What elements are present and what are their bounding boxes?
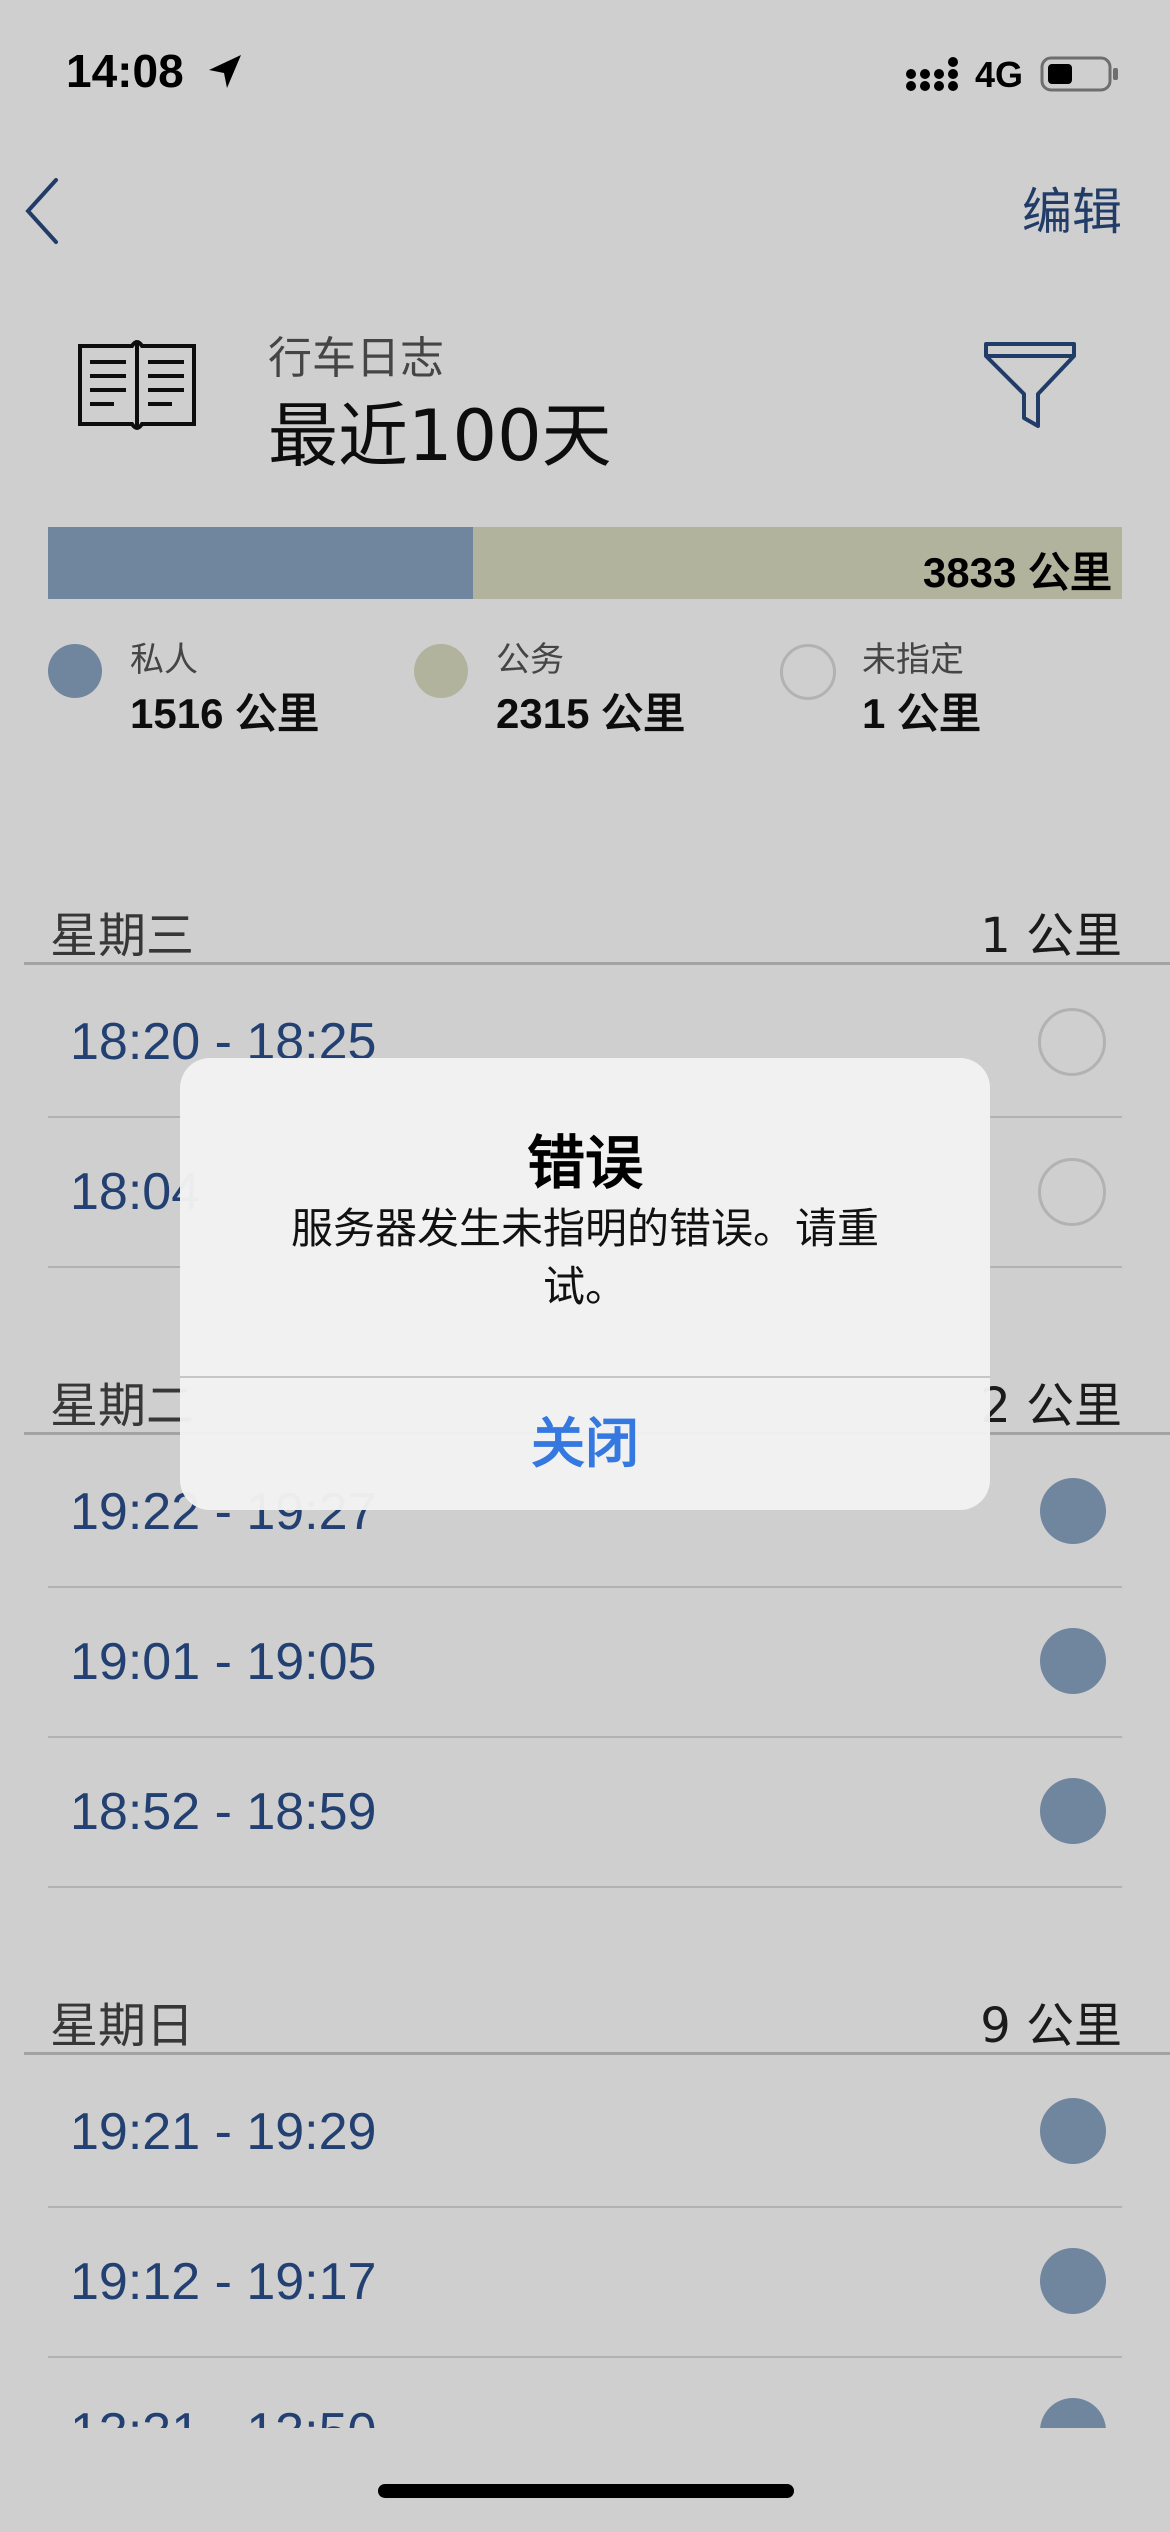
alert-message: 服务器发生未指明的错误。请重试。 — [290, 1204, 879, 1311]
alert-title: 错误 — [526, 1129, 643, 1197]
home-indicator[interactable] — [378, 2484, 794, 2498]
close-button[interactable]: 关闭 — [180, 1378, 990, 1510]
error-alert-dialog: 错误 服务器发生未指明的错误。请重试。 关闭 — [180, 1058, 990, 1510]
